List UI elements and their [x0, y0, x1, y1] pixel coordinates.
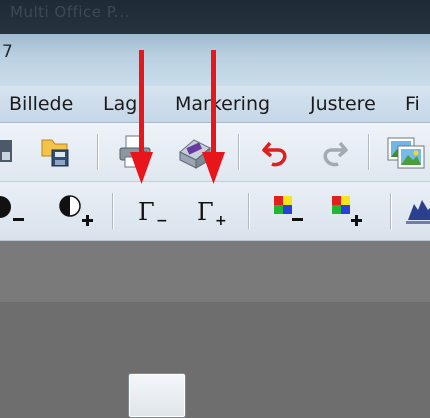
gamma-decrease-symbol: Γ [138, 198, 155, 226]
toolbar-separator [248, 193, 249, 229]
save-as-icon[interactable] [38, 136, 72, 168]
gamma-increase-sign: + [215, 213, 227, 229]
save-icon[interactable] [0, 137, 14, 165]
gamma-decrease-button[interactable] [128, 373, 186, 418]
color-decrease-icon[interactable] [272, 194, 308, 230]
toolbar-separator [97, 134, 98, 170]
background-window-title: Multi Office P... [10, 3, 130, 21]
toolbar-separator [112, 193, 113, 229]
toolbar-separator [390, 193, 391, 229]
brightness-decrease-icon[interactable] [0, 194, 30, 228]
window-title-fragment: 7 [2, 42, 13, 62]
histogram-icon[interactable] [406, 196, 430, 226]
color-increase-icon[interactable] [330, 194, 370, 232]
arrow-to-gamma-increase [202, 50, 225, 184]
toolbar-separator [368, 134, 369, 170]
gamma-increase-symbol[interactable]: Γ [197, 198, 214, 226]
arrow-to-gamma-decrease [130, 50, 153, 184]
toolbar-separator [238, 134, 239, 170]
image-icon[interactable] [386, 134, 426, 170]
workspace-area [0, 241, 430, 302]
menu-filter[interactable]: Fi [405, 93, 420, 115]
redo-icon[interactable] [318, 137, 350, 167]
adjust-toolbar: Γ − Γ + [0, 182, 430, 418]
background-window-titlebar: Multi Office P... [0, 0, 430, 34]
menu-billede[interactable]: Billede [9, 93, 73, 115]
brightness-increase-icon[interactable] [56, 194, 96, 230]
gamma-decrease-sign: − [156, 213, 168, 229]
menu-justere[interactable]: Justere [310, 93, 376, 115]
undo-icon[interactable] [260, 137, 292, 167]
